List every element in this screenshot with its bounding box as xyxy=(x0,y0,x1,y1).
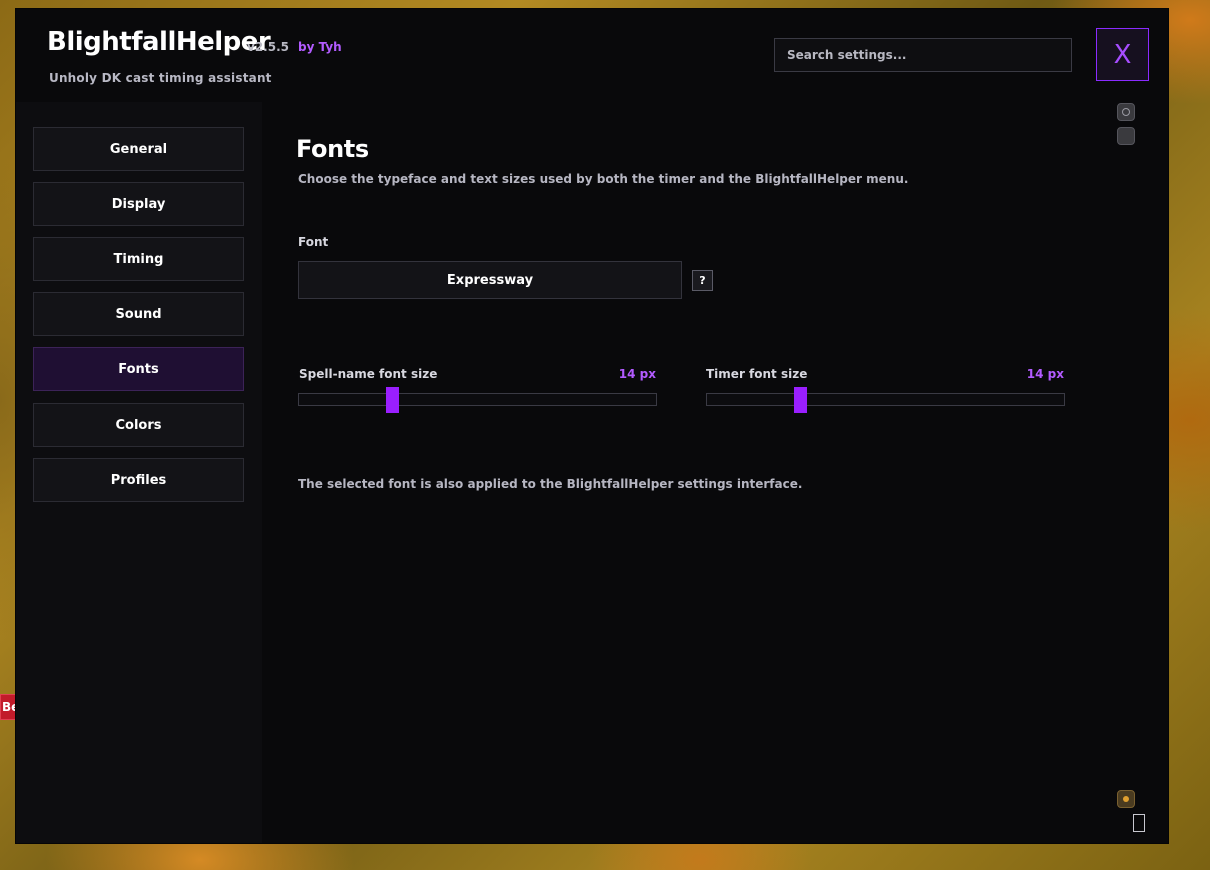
spell-name-font-size-thumb[interactable] xyxy=(385,387,399,413)
sidebar-item-display[interactable]: Display xyxy=(33,182,244,226)
spell-name-font-size-slider[interactable] xyxy=(298,387,657,413)
timer-font-size-thumb[interactable] xyxy=(793,387,807,413)
font-note: The selected font is also applied to the… xyxy=(298,477,803,491)
timer-font-size-value: 14 px xyxy=(1026,367,1064,381)
window-header: BlightfallHelper v2.5.5 by Tyh Unholy DK… xyxy=(16,9,1168,102)
square-icon[interactable] xyxy=(1117,127,1135,145)
resize-handle-icon[interactable] xyxy=(1133,814,1145,832)
sidebar-item-sound[interactable]: Sound xyxy=(33,292,244,336)
sidebar-item-profiles[interactable]: Profiles xyxy=(33,458,244,502)
sidebar-item-colors[interactable]: Colors xyxy=(33,403,244,447)
page-title: Fonts xyxy=(296,135,369,163)
app-version: v2.5.5 xyxy=(247,40,289,54)
timer-font-size-slider[interactable] xyxy=(706,387,1065,413)
timer-font-size-label: Timer font size xyxy=(706,367,808,381)
app-title: BlightfallHelper xyxy=(47,27,271,57)
help-button[interactable]: ? xyxy=(692,270,713,291)
sidebar: General Display Timing Sound Fonts Color… xyxy=(16,102,262,843)
search-input[interactable] xyxy=(774,38,1072,72)
sidebar-item-fonts[interactable]: Fonts xyxy=(33,347,244,391)
font-dropdown[interactable]: Expressway xyxy=(298,261,682,299)
content-panel: Fonts Choose the typeface and text sizes… xyxy=(262,102,1168,843)
font-label: Font xyxy=(298,235,329,249)
close-button[interactable]: X xyxy=(1096,28,1149,81)
lock-icon[interactable] xyxy=(1117,790,1135,808)
background-edge-tab: Be xyxy=(0,694,16,720)
app-subtitle: Unholy DK cast timing assistant xyxy=(49,71,272,85)
app-author: by Tyh xyxy=(298,40,342,54)
settings-window: BlightfallHelper v2.5.5 by Tyh Unholy DK… xyxy=(16,9,1168,843)
spell-name-font-size-value: 14 px xyxy=(618,367,656,381)
sidebar-item-general[interactable]: General xyxy=(33,127,244,171)
eye-icon[interactable] xyxy=(1117,103,1135,121)
spell-name-font-size-label: Spell-name font size xyxy=(299,367,438,381)
page-description: Choose the typeface and text sizes used … xyxy=(298,172,909,186)
sidebar-item-timing[interactable]: Timing xyxy=(33,237,244,281)
